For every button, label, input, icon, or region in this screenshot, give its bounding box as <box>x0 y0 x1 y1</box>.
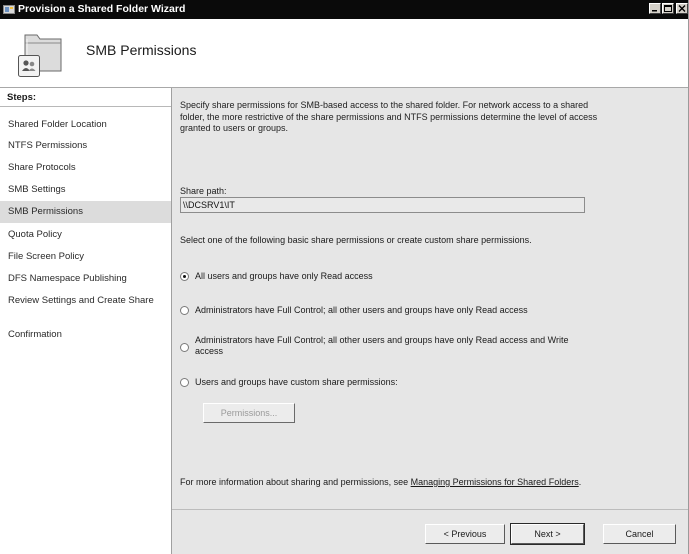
maximize-icon <box>664 5 672 12</box>
radio-dot <box>183 275 186 278</box>
steps-label: Steps: <box>7 92 37 103</box>
share-path-label: Share path: <box>180 186 227 196</box>
wizard-window: Provision a Shared Folder Wizard SMB Per… <box>0 0 689 554</box>
step-quota-policy: Quota Policy <box>8 229 62 240</box>
more-info-prefix: For more information about sharing and p… <box>180 477 411 487</box>
wizard-header: SMB Permissions <box>0 19 688 88</box>
title-bar[interactable]: Provision a Shared Folder Wizard <box>0 0 688 19</box>
managing-permissions-link[interactable]: Managing Permissions for Shared Folders <box>411 477 579 487</box>
close-icon <box>678 5 686 12</box>
intro-text: Specify share permissions for SMB-based … <box>180 100 598 133</box>
page-title: SMB Permissions <box>86 42 197 58</box>
more-info-text: For more information about sharing and p… <box>180 477 600 488</box>
radio-button[interactable] <box>180 306 189 315</box>
step-confirmation: Confirmation <box>8 329 62 340</box>
step-share-protocols: Share Protocols <box>8 162 76 173</box>
radio-button[interactable] <box>180 378 189 387</box>
previous-button[interactable]: < Previous <box>425 524 505 544</box>
select-instruction: Select one of the following basic share … <box>180 235 532 245</box>
step-file-screen-policy: File Screen Policy <box>8 251 85 262</box>
wizard-app-icon <box>3 5 15 14</box>
cancel-button[interactable]: Cancel <box>603 524 676 544</box>
option-label: All users and groups have only Read acce… <box>195 271 373 281</box>
steps-sidebar: Steps: Shared Folder Location NTFS Permi… <box>0 88 172 554</box>
option-label: Administrators have Full Control; all ot… <box>195 305 528 315</box>
share-path-field[interactable]: \\DCSRV1\IT <box>180 197 585 213</box>
step-smb-permissions: SMB Permissions <box>0 201 171 223</box>
shared-folder-users-icon <box>18 34 62 77</box>
window-title: Provision a Shared Folder Wizard <box>18 3 186 15</box>
radio-button-selected[interactable] <box>180 272 189 281</box>
minimize-icon <box>652 10 657 12</box>
main-panel: Specify share permissions for SMB-based … <box>172 88 688 554</box>
minimize-button[interactable] <box>649 3 661 14</box>
next-button[interactable]: Next > <box>510 523 585 545</box>
step-smb-settings: SMB Settings <box>8 184 66 195</box>
step-dfs-namespace-publishing: DFS Namespace Publishing <box>8 273 127 284</box>
close-button[interactable] <box>676 3 688 14</box>
option-label: Users and groups have custom share permi… <box>195 377 398 387</box>
footer-divider <box>172 509 688 510</box>
permissions-button[interactable]: Permissions... <box>203 403 295 423</box>
radio-button[interactable] <box>180 343 189 352</box>
step-ntfs-permissions: NTFS Permissions <box>8 140 88 151</box>
step-review-settings: Review Settings and Create Share <box>8 295 154 306</box>
step-shared-folder-location: Shared Folder Location <box>8 119 107 130</box>
maximize-button[interactable] <box>662 3 674 14</box>
more-info-suffix: . <box>578 477 582 487</box>
steps-divider <box>0 106 171 107</box>
option-label: Administrators have Full Control; all ot… <box>195 335 569 356</box>
